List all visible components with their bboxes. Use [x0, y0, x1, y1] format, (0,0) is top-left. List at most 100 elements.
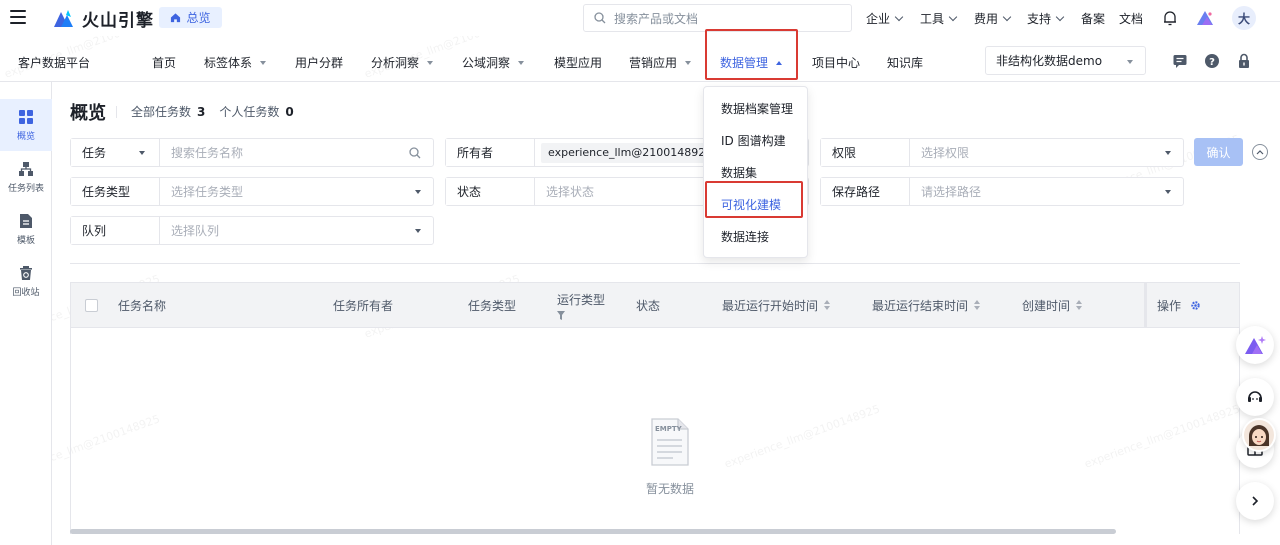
search-input[interactable]: 搜索产品或文档 [583, 4, 852, 32]
personal-tasks-stat: 个人任务数 0 [219, 103, 293, 120]
help-icon[interactable]: ? [1204, 53, 1220, 69]
volcano-logo-icon [54, 10, 73, 27]
permission-select[interactable]: 选择权限 [910, 139, 1183, 166]
column-header-sortable[interactable]: 创建时间 [1022, 283, 1083, 327]
nav-label: 项目中心 [812, 56, 861, 70]
ai-assistant-icon[interactable] [1196, 9, 1214, 27]
task-type-field: 任务类型 选择任务类型 [70, 177, 434, 206]
workspace-select[interactable]: 非结构化数据demo [985, 46, 1146, 75]
topnav-record[interactable]: 备案 [1081, 10, 1105, 27]
sidebar-item-overview[interactable]: 概览 [0, 99, 52, 151]
sidebar-item-templates[interactable]: 模板 [0, 203, 52, 255]
task-select-value: 任务 [82, 146, 107, 160]
table-body: EMPTY [70, 328, 1240, 534]
sort-icon[interactable] [974, 300, 981, 310]
caret-down-icon [1127, 60, 1133, 64]
menu-icon[interactable] [10, 10, 26, 24]
nav-item-knowledge-base[interactable]: 知识库 [887, 54, 923, 71]
lock-icon[interactable] [1236, 53, 1252, 69]
caret-down-icon [139, 150, 145, 155]
task-type-placeholder: 选择任务类型 [171, 185, 244, 199]
overview-label: 总览 [186, 11, 211, 25]
column-header-sortable[interactable]: 最近运行开始时间 [722, 283, 831, 327]
search-icon [409, 146, 421, 158]
column-header: 任务名称 [118, 298, 167, 313]
customer-service-button[interactable] [1236, 378, 1274, 416]
chevron-down-icon [1002, 12, 1012, 21]
nav-item-home[interactable]: 首页 [152, 54, 176, 71]
topnav-label: 支持 [1027, 12, 1052, 26]
column-header: 任务所有者 [333, 298, 394, 313]
sidebar-item-task-list[interactable]: 任务列表 [0, 151, 52, 203]
page-title: 概览 [70, 103, 106, 124]
platform-name: 客户数据平台 [18, 56, 91, 70]
menu-item-id-graph[interactable]: ID 图谱构建 [704, 124, 809, 156]
topnav-enterprise[interactable]: 企业 [866, 10, 904, 27]
caret-down-icon [427, 61, 434, 65]
caret-down-icon [518, 61, 525, 65]
fixed-column-shadow [1144, 283, 1147, 327]
all-tasks-label: 全部任务数 [131, 105, 192, 119]
overview-button[interactable]: 总览 [159, 7, 222, 28]
expand-panel-button[interactable] [1236, 482, 1274, 520]
filter-icon[interactable] [557, 310, 565, 320]
sidebar-label: 任务列表 [7, 183, 44, 194]
task-search-input[interactable]: 搜索任务名称 [160, 139, 433, 166]
select-all-checkbox[interactable] [85, 283, 98, 327]
column-header-sortable[interactable]: 最近运行结束时间 [872, 283, 981, 327]
permission-label: 权限 [821, 139, 910, 166]
nav-label: 知识库 [887, 56, 924, 70]
topnav-label: 费用 [974, 12, 999, 26]
topnav-docs[interactable]: 文档 [1119, 10, 1143, 27]
caret-down-icon [685, 61, 692, 65]
column-header-run-type: 运行类型 [557, 283, 605, 327]
assistant-face-icon [1249, 425, 1269, 446]
gear-icon[interactable] [1190, 300, 1201, 311]
menu-item-data-profile[interactable]: 数据档案管理 [704, 92, 809, 124]
nav-label: 公域洞察 [462, 56, 511, 70]
topnav-billing[interactable]: 费用 [974, 10, 1012, 27]
ai-assistant-button[interactable] [1236, 326, 1274, 364]
sidebar-item-recycle-bin[interactable]: 回收站 [0, 255, 52, 307]
nav-label: 分析洞察 [371, 56, 420, 70]
chevron-right-icon [1252, 496, 1259, 506]
top-bar: 火山引擎 总览 搜索产品或文档 企业 工具 费用 支持 备案 文档 大 [0, 0, 1280, 36]
tree-icon [19, 161, 33, 176]
left-sidebar: 概览 任务列表 模板 回收站 [0, 82, 52, 545]
sort-icon[interactable] [1076, 300, 1083, 310]
nav-item-project-center[interactable]: 项目中心 [812, 54, 860, 71]
nav-label: 营销应用 [629, 56, 678, 70]
nav-item-marketing[interactable]: 营销应用 [629, 54, 692, 71]
nav-item-data-management[interactable]: 数据管理 [720, 54, 783, 71]
save-path-select[interactable]: 请选择路径 [910, 178, 1183, 205]
bell-icon[interactable] [1163, 10, 1177, 26]
caret-down-icon [1165, 189, 1171, 194]
task-type-select[interactable]: 任务 [71, 139, 160, 166]
nav-item-public-insights[interactable]: 公域洞察 [462, 54, 525, 71]
horizontal-scrollbar[interactable] [70, 529, 1116, 534]
nav-item-user-segmentation[interactable]: 用户分群 [295, 54, 343, 71]
avatar[interactable]: 大 [1232, 6, 1256, 30]
topnav-label: 工具 [920, 12, 945, 26]
task-type-select[interactable]: 选择任务类型 [160, 178, 433, 205]
divider [70, 263, 1240, 264]
chevron-up-icon [1256, 150, 1264, 155]
collapse-filters-button[interactable] [1252, 144, 1268, 160]
nav-item-analytics[interactable]: 分析洞察 [371, 54, 434, 71]
status-placeholder: 选择状态 [546, 185, 595, 199]
sort-icon[interactable] [824, 300, 831, 310]
nav-item-tag-system[interactable]: 标签体系 [204, 54, 267, 71]
brand-logo[interactable]: 火山引擎 [54, 7, 154, 31]
assistant-avatar[interactable] [1242, 418, 1276, 452]
chevron-down-icon [1055, 12, 1065, 21]
menu-item-data-connection[interactable]: 数据连接 [704, 220, 809, 252]
topnav-tools[interactable]: 工具 [920, 10, 958, 27]
nav-item-model-apps[interactable]: 模型应用 [554, 54, 602, 71]
sidebar-label: 回收站 [12, 287, 40, 298]
column-header-label: 创建时间 [1022, 298, 1071, 313]
queue-select[interactable]: 选择队列 [160, 217, 433, 244]
message-icon[interactable] [1172, 53, 1188, 69]
topnav-support[interactable]: 支持 [1027, 10, 1065, 27]
all-tasks-count: 3 [197, 105, 206, 119]
confirm-button[interactable]: 确认 [1194, 138, 1243, 166]
